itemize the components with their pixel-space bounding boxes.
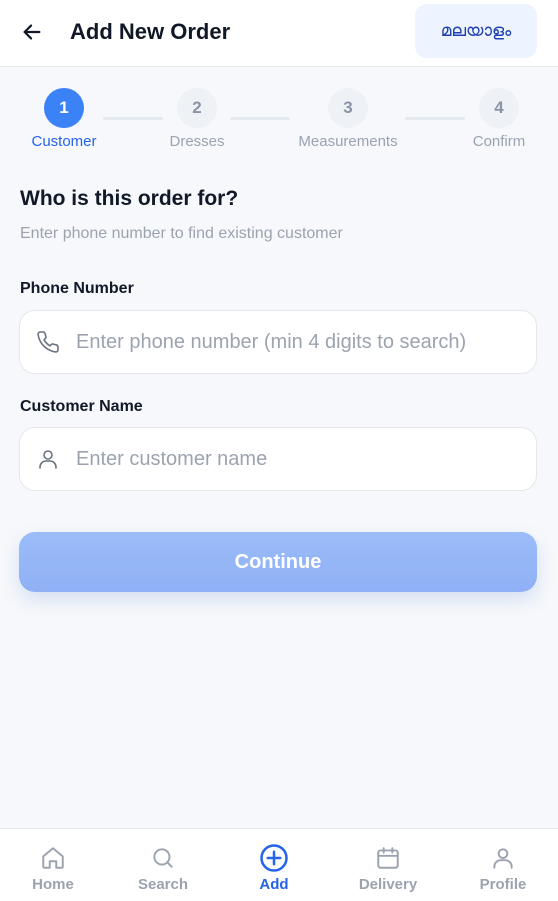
step-4-indicator[interactable]: 4 — [479, 88, 519, 128]
nav-search-label: Search — [137, 876, 189, 893]
search-icon — [150, 843, 176, 873]
phone-field[interactable] — [19, 310, 537, 374]
step-connector — [405, 117, 465, 120]
nav-search[interactable]: Search — [113, 829, 213, 901]
page-title: Add New Order — [70, 19, 231, 44]
step-3-indicator[interactable]: 3 — [328, 88, 368, 128]
user-icon — [20, 427, 76, 491]
phone-icon — [20, 310, 76, 374]
back-button[interactable] — [14, 14, 50, 50]
step-2-label: Dresses — [169, 133, 225, 150]
calendar-icon — [375, 843, 401, 873]
nav-profile[interactable]: Profile — [453, 829, 553, 901]
user-icon — [490, 843, 516, 873]
nav-home[interactable]: Home — [3, 829, 103, 901]
arrow-left-icon — [23, 24, 41, 40]
phone-label: Phone Number — [20, 280, 134, 297]
step-1-label: Customer — [31, 133, 97, 150]
language-toggle-button[interactable]: മലയാളം — [415, 4, 537, 58]
home-icon — [40, 843, 66, 873]
app-header: Add New Order മലയാളം — [0, 0, 558, 67]
step-3-label: Measurements — [298, 133, 398, 150]
bottom-navigation: Home Search Add Delivery Profile — [0, 828, 558, 901]
nav-home-label: Home — [32, 876, 74, 893]
form-subtitle: Enter phone number to find existing cust… — [20, 225, 343, 242]
nav-add-label: Add — [259, 876, 289, 893]
customer-name-input[interactable] — [76, 429, 536, 489]
nav-delivery-label: Delivery — [358, 876, 418, 893]
step-4-label: Confirm — [472, 133, 526, 150]
form-title: Who is this order for? — [20, 187, 239, 210]
plus-circle-icon — [259, 843, 289, 873]
step-connector — [103, 117, 163, 120]
continue-button[interactable]: Continue — [19, 532, 537, 592]
nav-delivery[interactable]: Delivery — [338, 829, 438, 901]
step-2-indicator[interactable]: 2 — [177, 88, 217, 128]
order-stepper: 1 2 3 4 Customer Dresses Measurements Co… — [0, 67, 558, 167]
step-1-indicator[interactable]: 1 — [44, 88, 84, 128]
phone-input[interactable] — [76, 312, 536, 372]
customer-name-field[interactable] — [19, 427, 537, 491]
nav-profile-label: Profile — [479, 876, 527, 893]
step-connector — [230, 117, 290, 120]
nav-add[interactable]: Add — [224, 829, 324, 901]
customer-name-label: Customer Name — [20, 398, 143, 415]
